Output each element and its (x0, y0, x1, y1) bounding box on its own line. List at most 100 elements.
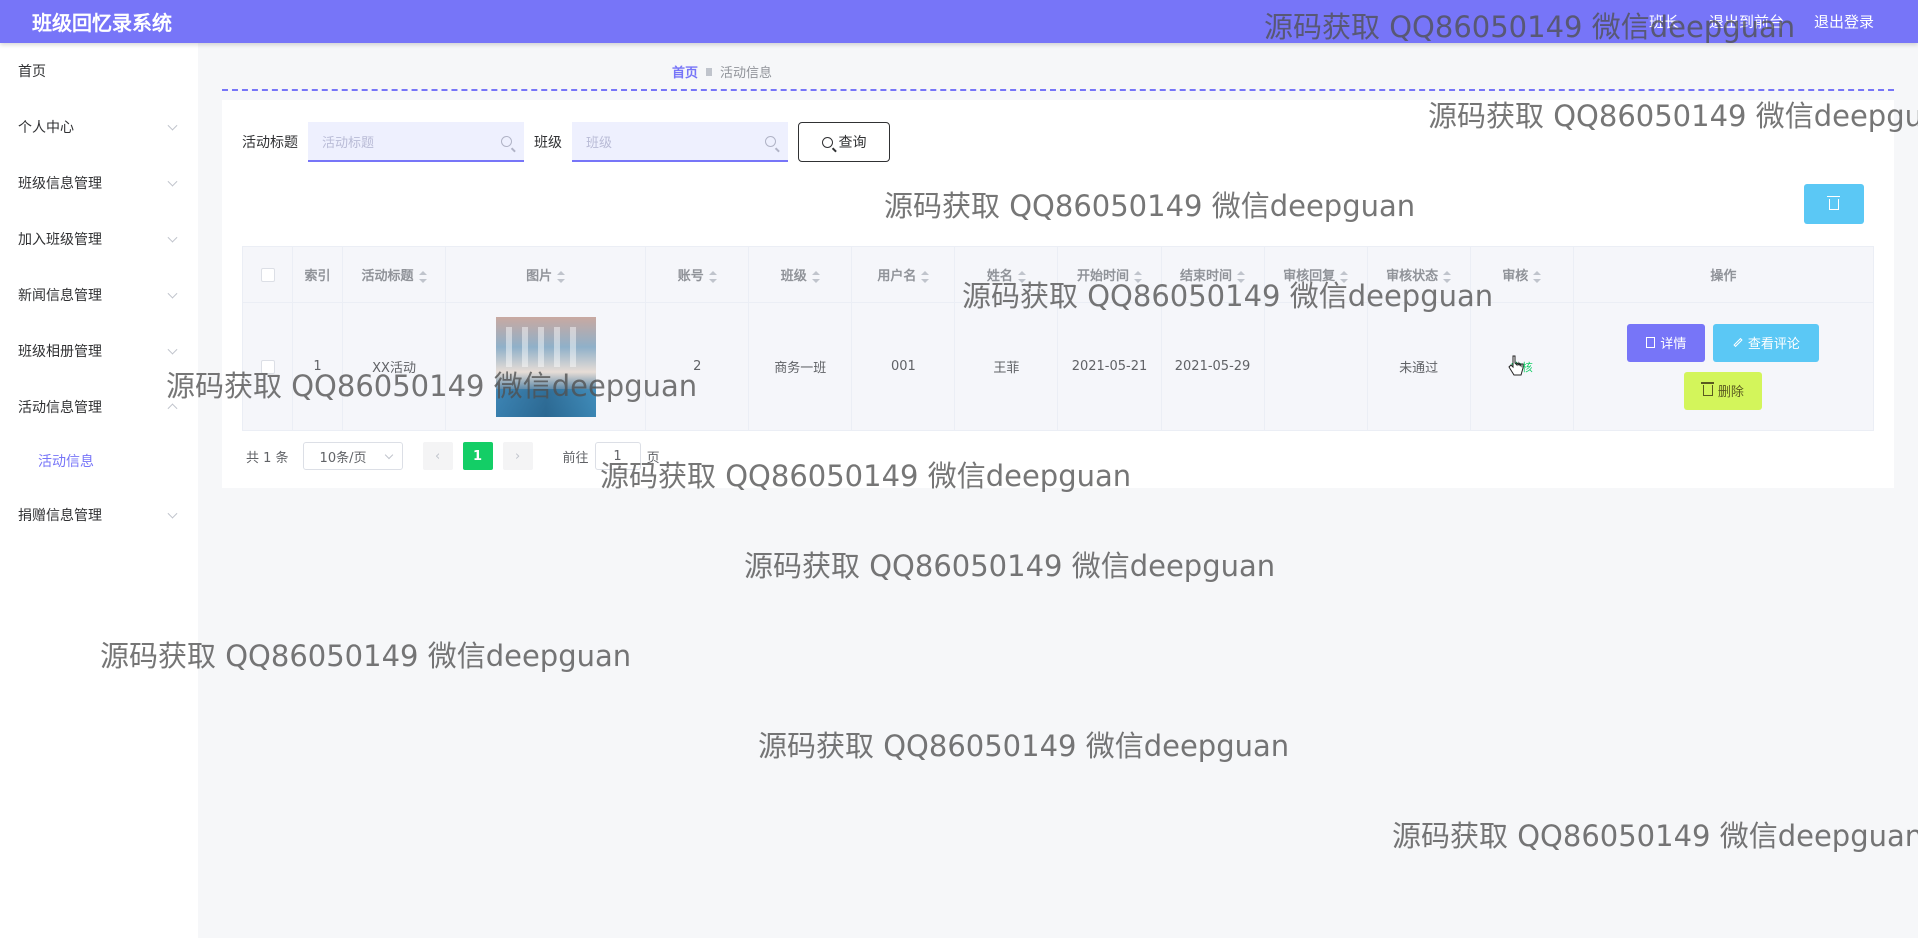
sidebar-item-label: 捐赠信息管理 (18, 508, 102, 524)
column-header-class[interactable]: 班级 (748, 246, 853, 303)
sort-icon[interactable] (708, 270, 717, 283)
sort-icon[interactable] (1533, 270, 1542, 283)
view-comments-button[interactable]: 查看评论 (1713, 323, 1820, 362)
cell-title: XX活动 (342, 302, 447, 431)
sidebar-item-label: 新闻信息管理 (18, 288, 102, 304)
cell-start-time: 2021-05-21 (1057, 302, 1162, 431)
row-actions-top: 详情 查看评论 (1627, 323, 1820, 362)
goto-page-input[interactable]: 1 (594, 442, 641, 470)
table-row: 1 XX活动 2 商务一班 001 王菲 2021-05-21 2021-05-… (241, 302, 1875, 431)
select-all-cell (241, 246, 294, 303)
sidebar-item-personal-center[interactable]: 个人中心 (0, 99, 198, 155)
column-header-end-time[interactable]: 结束时间 (1160, 246, 1265, 303)
divider (222, 89, 1894, 91)
column-header-image[interactable]: 图片 (445, 246, 647, 303)
cell-name: 王菲 (954, 302, 1059, 431)
goto-label: 前往 (562, 450, 589, 466)
cell-audit-status: 未通过 (1366, 302, 1471, 431)
row-select-cell (241, 302, 294, 431)
sort-icon[interactable] (1133, 270, 1142, 283)
sort-icon[interactable] (921, 270, 930, 283)
cell-index: 1 (292, 302, 344, 431)
column-header-username[interactable]: 用户名 (851, 246, 956, 303)
delete-button[interactable]: 删除 (1684, 371, 1763, 410)
chevron-up-icon (167, 403, 178, 414)
query-button[interactable]: 查询 (798, 122, 890, 162)
sidebar-item-join-class[interactable]: 加入班级管理 (0, 211, 198, 267)
chevron-down-icon (167, 344, 178, 355)
cell-actions: 详情 查看评论 删除 (1572, 302, 1875, 431)
class-search-input[interactable]: 班级 (572, 122, 788, 162)
sidebar-item-donation[interactable]: 捐赠信息管理 (0, 487, 198, 543)
prev-page-button[interactable]: ‹ (422, 442, 453, 470)
current-role-label: 班长 (1648, 13, 1679, 31)
row-checkbox[interactable] (260, 359, 275, 374)
sort-icon[interactable] (1443, 270, 1452, 283)
column-header-account[interactable]: 账号 (645, 246, 750, 303)
sort-icon[interactable] (1340, 270, 1349, 283)
chevron-down-icon (167, 176, 178, 187)
title-search-input[interactable]: 活动标题 (308, 122, 524, 162)
column-header-audit[interactable]: 审核 (1469, 246, 1574, 303)
batch-delete-button[interactable] (1804, 184, 1864, 224)
column-header-audit-reply[interactable]: 审核回复 (1263, 246, 1368, 303)
sidebar-item-activity[interactable]: 活动信息管理 (0, 379, 198, 435)
sidebar-item-label: 加入班级管理 (18, 232, 102, 248)
sidebar-item-label: 活动信息管理 (18, 400, 102, 416)
trash-icon (1827, 195, 1840, 210)
hand-cursor-icon (1508, 355, 1524, 376)
back-to-frontend-link[interactable]: 退出到前台 (1709, 11, 1784, 32)
sort-icon[interactable] (557, 270, 566, 283)
column-header-start-time[interactable]: 开始时间 (1057, 246, 1162, 303)
view-comments-label: 查看评论 (1747, 337, 1800, 352)
activity-image[interactable] (495, 316, 596, 417)
breadcrumb-home[interactable]: 首页 (672, 62, 698, 81)
column-header-name[interactable]: 姓名 (954, 246, 1059, 303)
sort-icon[interactable] (811, 270, 820, 283)
watermark: 源码获取 QQ86050149 微信deepguan (758, 729, 1290, 763)
sort-icon[interactable] (1017, 270, 1026, 283)
sidebar: 首页 个人中心 班级信息管理 加入班级管理 新闻信息管理 班级相册管理 活动信息… (0, 43, 198, 938)
chevron-down-icon (167, 288, 178, 299)
sidebar-item-class-info[interactable]: 班级信息管理 (0, 155, 198, 211)
cell-image (445, 302, 647, 431)
chevron-down-icon (167, 232, 178, 243)
sidebar-item-news[interactable]: 新闻信息管理 (0, 267, 198, 323)
column-header-title[interactable]: 活动标题 (342, 246, 447, 303)
title-filter-label: 活动标题 (242, 135, 298, 151)
sort-icon[interactable] (1237, 270, 1246, 283)
page-size-select[interactable]: 10条/页 (302, 442, 403, 470)
page-number-button[interactable]: 1 (462, 442, 493, 470)
watermark: 源码获取 QQ86050149 微信deepguan (1392, 819, 1918, 853)
sidebar-item-album[interactable]: 班级相册管理 (0, 323, 198, 379)
sidebar-item-label: 班级相册管理 (18, 344, 102, 360)
app-title: 班级回忆录系统 (32, 11, 172, 35)
logout-link[interactable]: 退出登录 (1814, 11, 1874, 32)
cell-end-time: 2021-05-29 (1160, 302, 1265, 431)
select-all-checkbox[interactable] (260, 267, 275, 282)
row-actions: 详情 查看评论 删除 (1574, 323, 1873, 410)
edit-icon (1733, 337, 1743, 348)
column-header-audit-status[interactable]: 审核状态 (1366, 246, 1471, 303)
sidebar-item-label: 首页 (18, 64, 46, 80)
detail-button-label: 详情 (1660, 337, 1687, 352)
total-count: 共 1 条 (246, 450, 289, 466)
breadcrumb-separator-icon (706, 67, 713, 76)
breadcrumb-current: 活动信息 (720, 66, 773, 81)
sort-icon[interactable] (418, 270, 427, 283)
header-links: 班长 退出到前台 退出登录 (1649, 0, 1874, 43)
pagination: 共 1 条 10条/页 ‹ 1 › 前往 1 页 (246, 442, 660, 470)
chevron-down-icon (167, 120, 178, 131)
activity-table: 索引 活动标题 图片 账号 班级 用户名 姓名 开始时间 结束时间 审核回复 审… (241, 246, 1875, 431)
cell-username: 001 (851, 302, 956, 431)
breadcrumb: 首页 活动信息 (672, 62, 772, 81)
sidebar-item-home[interactable]: 首页 (0, 43, 198, 99)
sidebar-subitem-activity-info[interactable]: 活动信息 (0, 435, 198, 487)
query-button-label: 查询 (838, 135, 867, 151)
top-header: 班级回忆录系统 班长 退出到前台 退出登录 (0, 0, 1918, 43)
sidebar-item-label: 个人中心 (18, 120, 74, 136)
detail-button[interactable]: 详情 (1627, 323, 1706, 362)
title-search-placeholder: 活动标题 (322, 135, 375, 151)
column-header-actions: 操作 (1572, 246, 1875, 303)
next-page-button[interactable]: › (502, 442, 533, 470)
